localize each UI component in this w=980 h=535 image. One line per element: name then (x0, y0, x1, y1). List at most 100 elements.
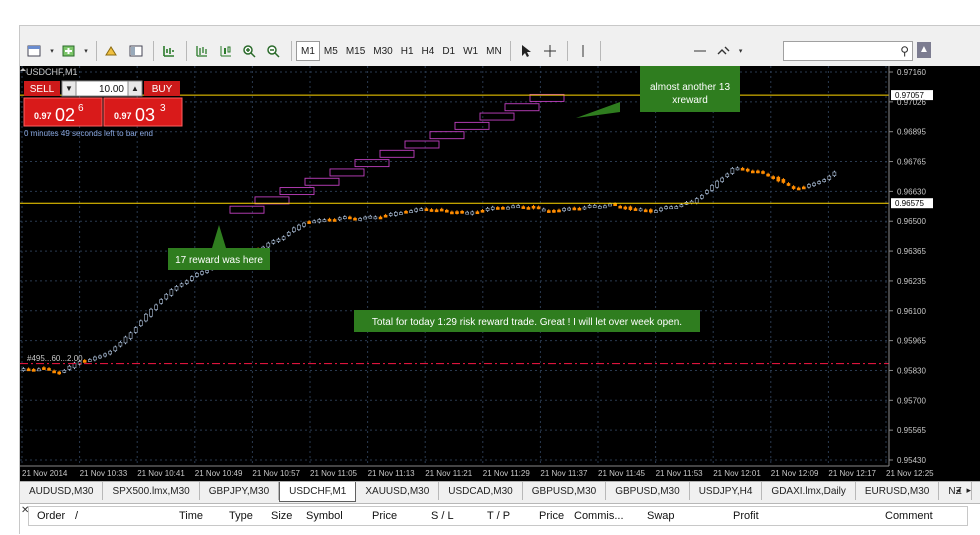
horizontal-line-icon[interactable] (689, 40, 711, 62)
x-tick-label: 21 Nov 11:45 (598, 469, 646, 478)
column-header[interactable]: Time (179, 510, 203, 522)
column-header[interactable]: Symbol (306, 510, 343, 522)
dropdown-arrow-icon[interactable]: ▾ (737, 40, 745, 62)
column-header[interactable]: S / L (431, 510, 454, 522)
timeframe-m5[interactable]: M5 (320, 41, 342, 61)
candle-body (113, 346, 118, 352)
tab-scroll-arrows-icon[interactable]: ◂▸ (956, 485, 977, 496)
tab-usdcad-m30[interactable]: USDCAD,M30 (439, 482, 523, 500)
candle-body (694, 198, 699, 204)
y-tick-label: 0.95965 (897, 337, 926, 346)
timeframe-m30[interactable]: M30 (369, 41, 396, 61)
candle-body (664, 206, 668, 209)
column-header[interactable]: Commis... (574, 510, 624, 522)
candle-body (358, 218, 362, 221)
y-tick-label: 0.96235 (897, 277, 926, 286)
candle-body (582, 206, 587, 210)
zoom-out-icon[interactable] (263, 40, 285, 62)
tab-gdaxi-lmx-daily[interactable]: GDAXI.lmx,Daily (762, 482, 856, 500)
x-tick-label: 21 Nov 10:49 (195, 469, 243, 478)
column-header[interactable]: Price (539, 510, 564, 522)
dropdown-arrow-icon[interactable]: ▾ (48, 40, 56, 62)
candle-body (628, 206, 633, 210)
callout-top-line2: xreward (672, 95, 708, 106)
y-tick-label: 0.95565 (897, 426, 926, 435)
candle-body (190, 276, 194, 281)
profiles-icon[interactable] (58, 40, 80, 62)
candle-body (133, 327, 138, 333)
column-header[interactable]: Price (372, 510, 397, 522)
price-chart[interactable]: 0.970570.96575 0.971600.970260.968950.96… (20, 66, 980, 481)
candle-body (450, 211, 454, 215)
candle-body (756, 170, 760, 174)
x-tick-label: 21 Nov 11:13 (368, 469, 416, 478)
column-header[interactable]: Comment (885, 510, 933, 522)
candle-body (281, 236, 286, 240)
column-header[interactable]: Size (271, 510, 292, 522)
timeframe-h4[interactable]: H4 (418, 41, 439, 61)
search-input[interactable]: ⚲ (783, 41, 913, 61)
vertical-line-icon[interactable] (572, 40, 594, 62)
candle-body (740, 167, 745, 171)
cursor-icon[interactable] (515, 40, 537, 62)
market-watch-icon[interactable] (101, 40, 123, 62)
timeframe-mn[interactable]: MN (482, 41, 506, 61)
tab-usdchf-m1[interactable]: USDCHF,M1 (279, 482, 357, 502)
candle-body (82, 360, 87, 363)
toolbar-separator (509, 41, 511, 61)
column-header[interactable]: Order (37, 510, 65, 522)
tab-usdjpy-h4[interactable]: USDJPY,H4 (690, 482, 763, 500)
dropdown-arrow-icon[interactable]: ▾ (82, 40, 90, 62)
candle-body (388, 213, 393, 216)
tab-gbpusd-m30[interactable]: GBPUSD,M30 (523, 482, 607, 500)
candle-body (531, 205, 536, 209)
y-tick-label: 0.96765 (897, 158, 926, 167)
candle-body (291, 227, 296, 232)
candle-body (735, 167, 740, 171)
column-header[interactable]: / (75, 510, 78, 522)
tab-xauusd-m30[interactable]: XAUUSD,M30 (356, 482, 440, 500)
navigator-icon[interactable] (125, 40, 147, 62)
lot-size-value: 10.00 (99, 84, 124, 95)
column-header[interactable]: T / P (487, 510, 510, 522)
timeframe-m15[interactable]: M15 (342, 41, 369, 61)
candle-body (674, 206, 679, 209)
candle-body (52, 370, 56, 374)
candle-body (159, 299, 163, 304)
tab-audusd-m30[interactable]: AUDUSD,M30 (20, 482, 104, 500)
candle-body (139, 320, 143, 326)
column-header[interactable]: Swap (647, 510, 675, 522)
community-icon[interactable]: ▲ (917, 42, 931, 58)
zoom-in-icon[interactable] (239, 40, 261, 62)
column-header[interactable]: Type (229, 510, 253, 522)
chevron-down-icon: ▼ (65, 84, 73, 93)
candle-body (832, 171, 837, 176)
crosshair-icon[interactable] (539, 40, 561, 62)
timeframe-d1[interactable]: D1 (438, 41, 459, 61)
candle-body (332, 219, 337, 222)
tab-gbpusd-m30[interactable]: GBPUSD,M30 (606, 482, 690, 500)
candle-body (378, 216, 383, 220)
candle-body (414, 208, 419, 212)
column-header[interactable]: Profit (733, 510, 759, 522)
search-icon[interactable]: ⚲ (900, 44, 909, 58)
tab-gbpjpy-m30[interactable]: GBPJPY,M30 (200, 482, 280, 500)
tab-eurusd-m30[interactable]: EURUSD,M30 (856, 482, 940, 500)
timeframe-h1[interactable]: H1 (397, 41, 418, 61)
y-tick-label: 0.95430 (897, 456, 926, 465)
new-order-icon[interactable] (158, 40, 180, 62)
candle-body (786, 183, 791, 186)
timeframe-m1[interactable]: M1 (296, 41, 320, 61)
candle-body (557, 209, 561, 213)
timeframe-w1[interactable]: W1 (459, 41, 482, 61)
candle-body (164, 293, 169, 300)
bar-chart-icon[interactable] (191, 40, 213, 62)
candle-body (766, 173, 770, 177)
candlestick-icon[interactable] (215, 40, 237, 62)
price-tag-label: 0.96575 (895, 199, 924, 208)
tab-spx500-lmx-m30[interactable]: SPX500.lmx,M30 (103, 482, 200, 500)
objects-icon[interactable] (713, 40, 735, 62)
candle-body (149, 308, 153, 317)
new-chart-icon[interactable] (24, 40, 46, 62)
candle-body (307, 221, 311, 224)
